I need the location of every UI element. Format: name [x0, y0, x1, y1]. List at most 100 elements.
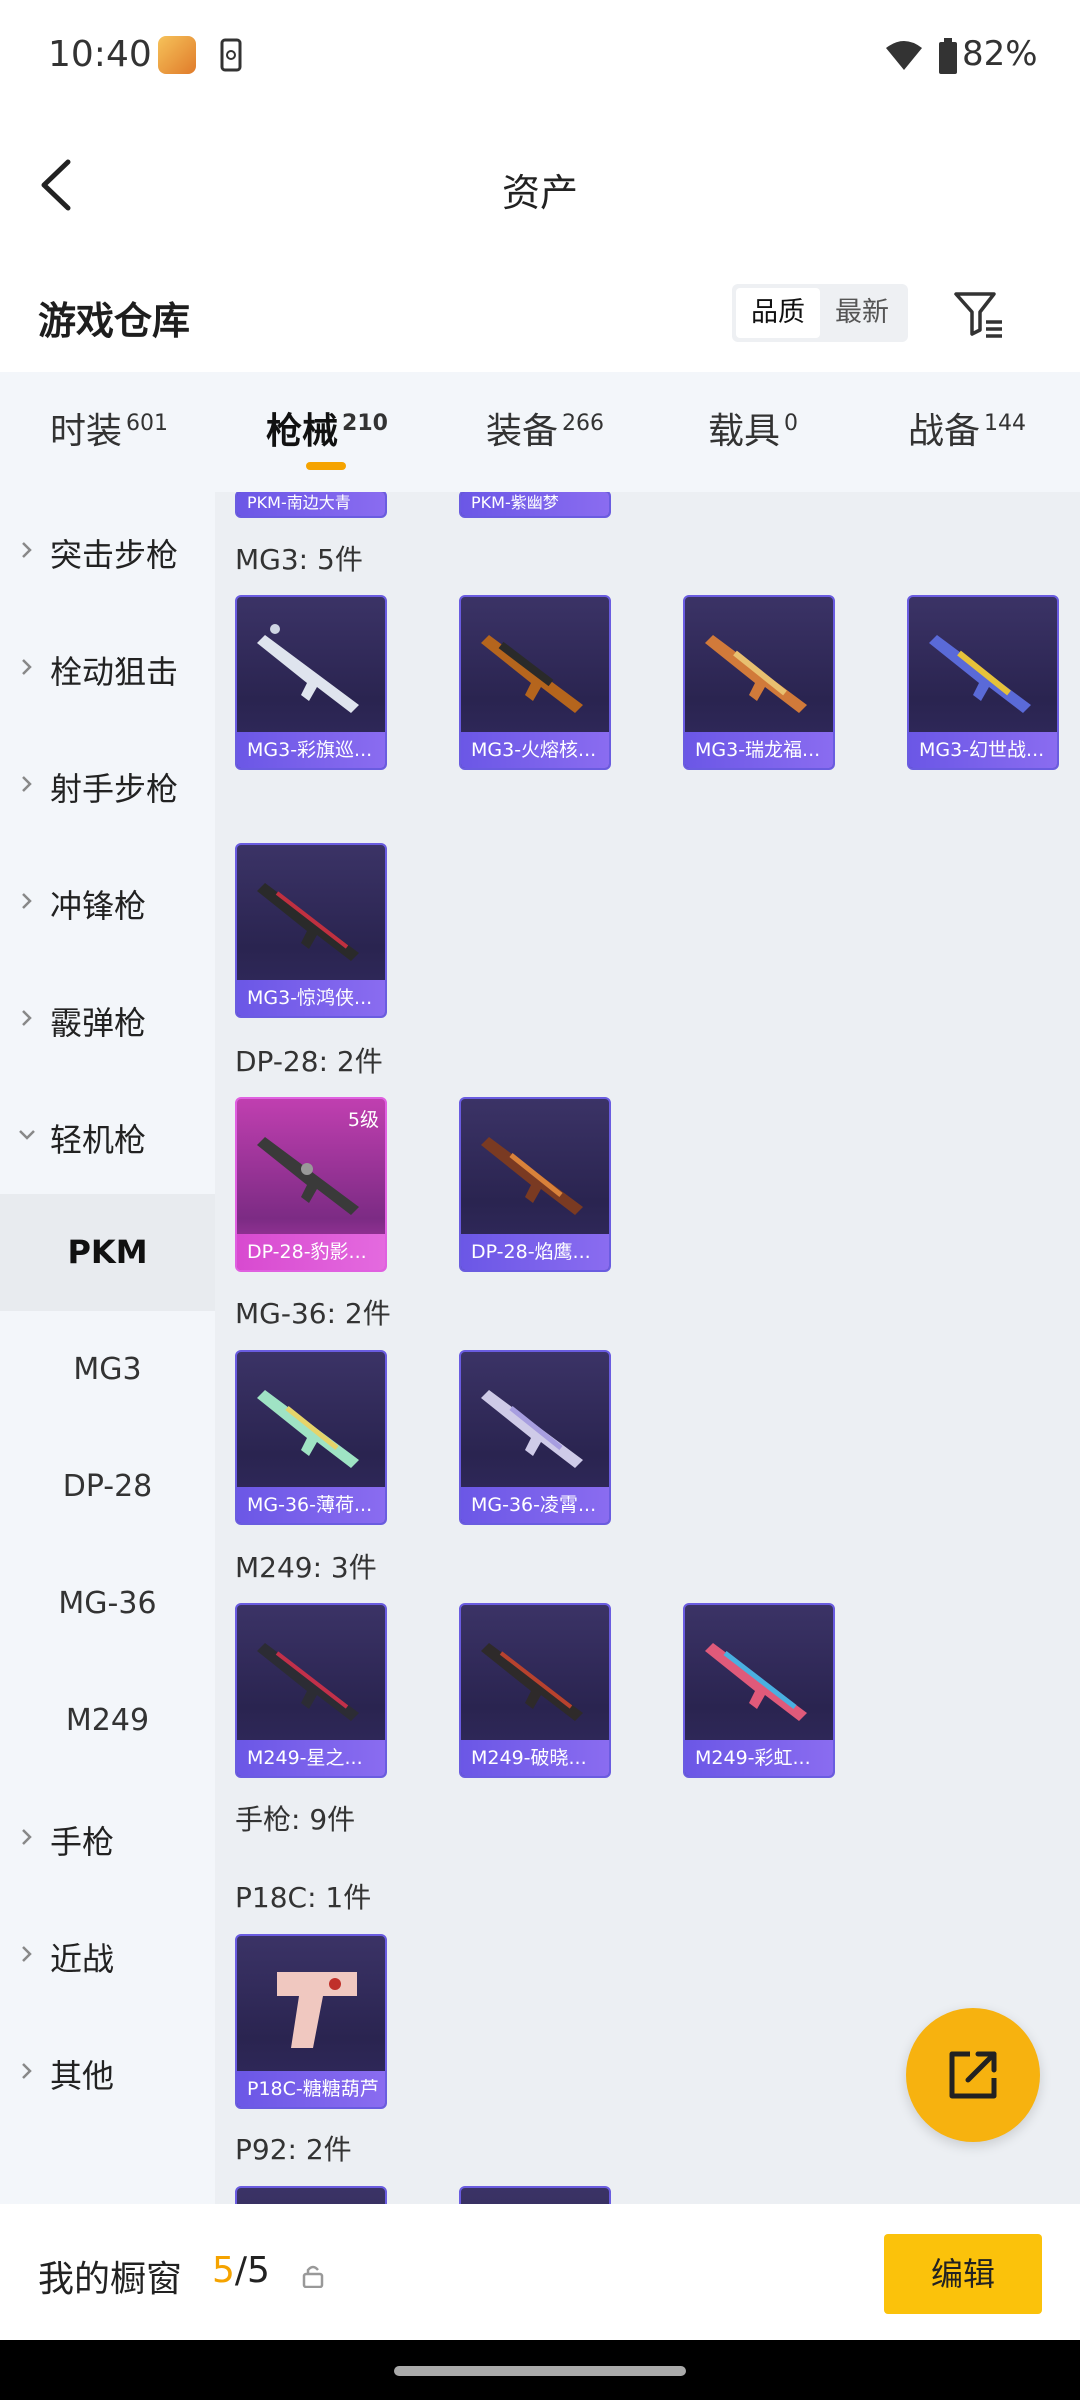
weapon-card-label: PKM-南边大青 [237, 492, 385, 516]
weapon-card[interactable]: MG3-幻世战... [907, 595, 1059, 770]
sort-toggle: 品质 最新 [732, 284, 908, 342]
tab-count: 144 [984, 411, 1027, 436]
weapon-image [481, 635, 583, 713]
weapon-card[interactable]: MG3-彩旗巡... [235, 595, 387, 770]
sidebar-item-bolt-sniper[interactable]: 栓动狙击 [0, 609, 215, 726]
chevron-right-icon [22, 776, 32, 792]
sidebar-item-smg[interactable]: 冲锋枪 [0, 843, 215, 960]
weapon-image [277, 1972, 357, 2048]
tab-equipment[interactable]: 装备 266 [486, 402, 604, 462]
chevron-right-icon [22, 1010, 32, 1026]
weapon-card[interactable]: DP-28-焰鹰... [459, 1097, 611, 1272]
tab-firearms[interactable]: 枪械 210 [266, 402, 388, 462]
edit-button[interactable]: 编辑 [884, 2234, 1042, 2314]
tab-fashion[interactable]: 时装 601 [50, 402, 168, 462]
sidebar-item-lmg[interactable]: 轻机枪 [0, 1077, 215, 1194]
system-nav-bar [0, 2340, 1080, 2400]
sidebar-item-assault-rifle[interactable]: 突击步枪 [0, 492, 215, 609]
showcase-bar: 我的橱窗 5/5 编辑 [0, 2204, 1080, 2340]
weapon-grid: PKM-南边大青 PKM-紫幽梦 MG3: 5件 MG3-彩旗巡... MG3-… [215, 492, 1080, 2204]
weapon-card[interactable]: MG3-惊鸿侠... [235, 843, 387, 1018]
sidebar-item-label: 突击步枪 [50, 536, 179, 574]
chevron-down-icon [19, 1130, 35, 1140]
weapon-card[interactable]: MG3-火熔核... [459, 595, 611, 770]
chevron-right-icon [22, 2063, 32, 2079]
weapon-image [257, 624, 359, 713]
chevron-right-icon [22, 542, 32, 558]
weapon-image [481, 1137, 583, 1215]
weapon-card[interactable]: 5级 DP-28-豹影... [235, 1097, 387, 1272]
active-tab-indicator [306, 462, 346, 470]
app-notification-icon [158, 36, 196, 74]
weapon-card-label: MG-36-凌霄... [461, 1487, 609, 1523]
weapon-card[interactable] [235, 2186, 387, 2204]
weapon-card[interactable]: MG3-瑞龙福... [683, 595, 835, 770]
tab-vehicles[interactable]: 载具 0 [708, 402, 798, 462]
showcase-count-current: 5 [212, 2250, 235, 2291]
sort-quality-button[interactable]: 品质 [736, 288, 820, 338]
weapon-card-label: MG3-彩旗巡... [237, 732, 385, 768]
sidebar-item-marksman-rifle[interactable]: 射手步枪 [0, 726, 215, 843]
weapon-type-sidebar: 突击步枪 栓动狙击 射手步枪 冲锋枪 霰弹枪 轻机枪 PKM MG3 DP-28… [0, 492, 215, 2204]
sidebar-item-melee[interactable]: 近战 [0, 1896, 215, 2013]
sidebar-subitem-pkm[interactable]: PKM [0, 1194, 215, 1311]
weapon-card-label: MG3-幻世战... [909, 732, 1057, 768]
weapon-image [257, 883, 359, 961]
weapon-card[interactable]: PKM-南边大青 [235, 492, 387, 518]
group-title-p92: P92: 2件 [235, 2133, 352, 2166]
tab-label: 时装 [50, 411, 123, 452]
sidebar-subitem-label: M249 [65, 1703, 150, 1738]
weapon-card-label: MG3-惊鸿侠... [237, 980, 385, 1016]
weapon-card-label: MG-36-薄荷... [237, 1487, 385, 1523]
weapon-card-label: MG3-火熔核... [461, 732, 609, 768]
weapon-card[interactable]: P18C-糖糖葫芦 [235, 1934, 387, 2109]
weapon-card[interactable]: PKM-紫幽梦 [459, 492, 611, 518]
sidebar-item-label: 冲锋枪 [50, 887, 147, 925]
sidebar-item-shotgun[interactable]: 霰弹枪 [0, 960, 215, 1077]
sidebar-subitem-mg36[interactable]: MG-36 [0, 1545, 215, 1662]
group-title-p18c: P18C: 1件 [235, 1881, 372, 1914]
weapon-card-label: P18C-糖糖葫芦 [237, 2071, 385, 2107]
weapon-card-label: M249-彩虹... [685, 1740, 833, 1776]
tab-label: 载具 [708, 411, 781, 452]
weapon-image [705, 635, 807, 713]
weapon-card[interactable]: M249-破晓... [459, 1603, 611, 1778]
battery-percent: 82% [962, 34, 1038, 74]
tab-count: 0 [784, 411, 799, 436]
sidebar-item-label: 手枪 [50, 1823, 115, 1861]
weapon-card-label: DP-28-焰鹰... [461, 1234, 609, 1270]
weapon-card[interactable] [459, 2186, 611, 2204]
weapon-card[interactable]: M249-星之... [235, 1603, 387, 1778]
lock-icon [302, 2265, 324, 2288]
warehouse-title: 游戏仓库 [38, 299, 191, 343]
group-title-mg36: MG-36: 2件 [235, 1297, 391, 1330]
tab-label: 战备 [908, 411, 981, 452]
sidebar-subitem-label: MG-36 [58, 1586, 157, 1621]
showcase-count-total: /5 [234, 2250, 270, 2291]
filter-icon[interactable] [950, 286, 1006, 342]
sidebar-item-other[interactable]: 其他 [0, 2013, 215, 2130]
sort-latest-button[interactable]: 最新 [820, 288, 904, 338]
tab-supplies[interactable]: 战备 144 [908, 402, 1026, 462]
chevron-right-icon [22, 893, 32, 909]
share-fab-button[interactable] [906, 2008, 1040, 2142]
sidebar-subitem-label: MG3 [73, 1352, 142, 1387]
sidebar-item-pistol[interactable]: 手枪 [0, 1779, 215, 1896]
tab-label: 枪械 [266, 411, 339, 452]
weapon-card[interactable]: M249-彩虹... [683, 1603, 835, 1778]
weapon-card-label: DP-28-豹影... [237, 1234, 385, 1270]
sidebar-subitem-mg3[interactable]: MG3 [0, 1311, 215, 1428]
weapon-card-label: PKM-紫幽梦 [461, 492, 609, 516]
external-link-icon [949, 2051, 997, 2099]
sidebar-item-label: 栓动狙击 [50, 653, 179, 691]
phone-sync-icon [220, 38, 242, 72]
weapon-card[interactable]: MG-36-薄荷... [235, 1350, 387, 1525]
home-gesture-pill[interactable] [394, 2366, 686, 2376]
weapon-card[interactable]: MG-36-凌霄... [459, 1350, 611, 1525]
sidebar-subitem-m249[interactable]: M249 [0, 1662, 215, 1779]
warehouse-row: 游戏仓库 品质 最新 [0, 260, 1080, 372]
group-title-dp28: DP-28: 2件 [235, 1045, 383, 1078]
tab-label: 装备 [486, 411, 559, 452]
weapon-card-label: M249-破晓... [461, 1740, 609, 1776]
sidebar-subitem-dp28[interactable]: DP-28 [0, 1428, 215, 1545]
